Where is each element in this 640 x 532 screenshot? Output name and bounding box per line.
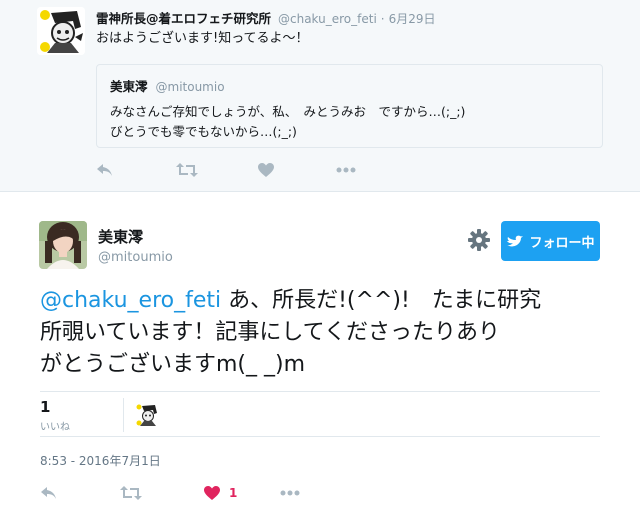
- reply-icon[interactable]: [40, 483, 58, 503]
- reply-icon[interactable]: [96, 160, 114, 180]
- parent-tweet-text: おはようございます!知ってるよ～！: [96, 31, 309, 46]
- tweet-text-segment: あ、所長だ!(^^)! たまに研究: [221, 288, 542, 313]
- tweet-text: @chaku_ero_feti あ、所長だ!(^^)! たまに研究 所覗いていま…: [40, 285, 615, 381]
- like-icon[interactable]: [257, 160, 275, 180]
- header-separator: ·: [380, 12, 385, 26]
- likes-count[interactable]: 1: [40, 398, 50, 416]
- likes-label: いいね: [40, 422, 70, 433]
- parent-tweet[interactable]: 雷神所長@着エロフェチ研究所 @chaku_ero_feti · 6月29日 お…: [0, 0, 640, 192]
- parent-author-handle[interactable]: @chaku_ero_feti: [278, 12, 377, 26]
- stats-divider: [123, 398, 124, 432]
- following-button-label: フォロー中: [529, 235, 595, 251]
- tweet-text-line: @chaku_ero_feti あ、所長だ!(^^)! たまに研究: [40, 285, 615, 317]
- quoted-tweet-header: 美東澪 @mitoumio: [110, 76, 225, 95]
- author-handle[interactable]: @mitoumio: [98, 250, 173, 265]
- tweet-text-line: がとうございますm(_ _)m: [40, 352, 306, 377]
- more-icon[interactable]: [280, 483, 300, 503]
- gear-icon[interactable]: [468, 229, 490, 251]
- liker-avatar[interactable]: [135, 403, 159, 427]
- mention-link[interactable]: @chaku_ero_feti: [40, 288, 221, 313]
- quoted-author-name: 美東澪: [110, 79, 148, 94]
- quoted-tweet-text-line: みなさんご存知でしょうが、私、 みとうみお ですから…(;_;): [110, 104, 466, 119]
- parent-tweet-date[interactable]: 6月29日: [389, 12, 436, 26]
- heart-icon: [204, 486, 220, 500]
- following-button[interactable]: フォロー中: [501, 221, 600, 261]
- tweet-stats: 1 いいね: [40, 391, 600, 437]
- author-avatar[interactable]: [39, 221, 87, 269]
- tweet-timestamp[interactable]: 8:53 - 2016年7月1日: [40, 452, 161, 469]
- quoted-tweet-text-line: びとうでも零でもないから…(;_;): [110, 124, 297, 139]
- like-action-count: 1: [229, 486, 238, 500]
- parent-author-avatar[interactable]: [37, 7, 85, 55]
- follow-bird-icon: [507, 235, 524, 247]
- retweet-icon[interactable]: [176, 160, 198, 180]
- liked-heart-button[interactable]: 1: [203, 483, 237, 503]
- parent-author-name[interactable]: 雷神所長@着エロフェチ研究所: [96, 11, 271, 26]
- quoted-tweet[interactable]: 美東澪 @mitoumio みなさんご存知でしょうが、私、 みとうみお ですから…: [96, 64, 603, 148]
- author-name[interactable]: 美東澪: [98, 226, 143, 247]
- retweet-icon[interactable]: [120, 483, 142, 503]
- tweet-text-line: 所覗いています！記事にしてくださったりあり: [40, 320, 501, 345]
- quoted-author-handle: @mitoumio: [155, 80, 225, 94]
- more-icon[interactable]: [336, 160, 356, 180]
- parent-tweet-header: 雷神所長@着エロフェチ研究所 @chaku_ero_feti · 6月29日: [96, 8, 436, 27]
